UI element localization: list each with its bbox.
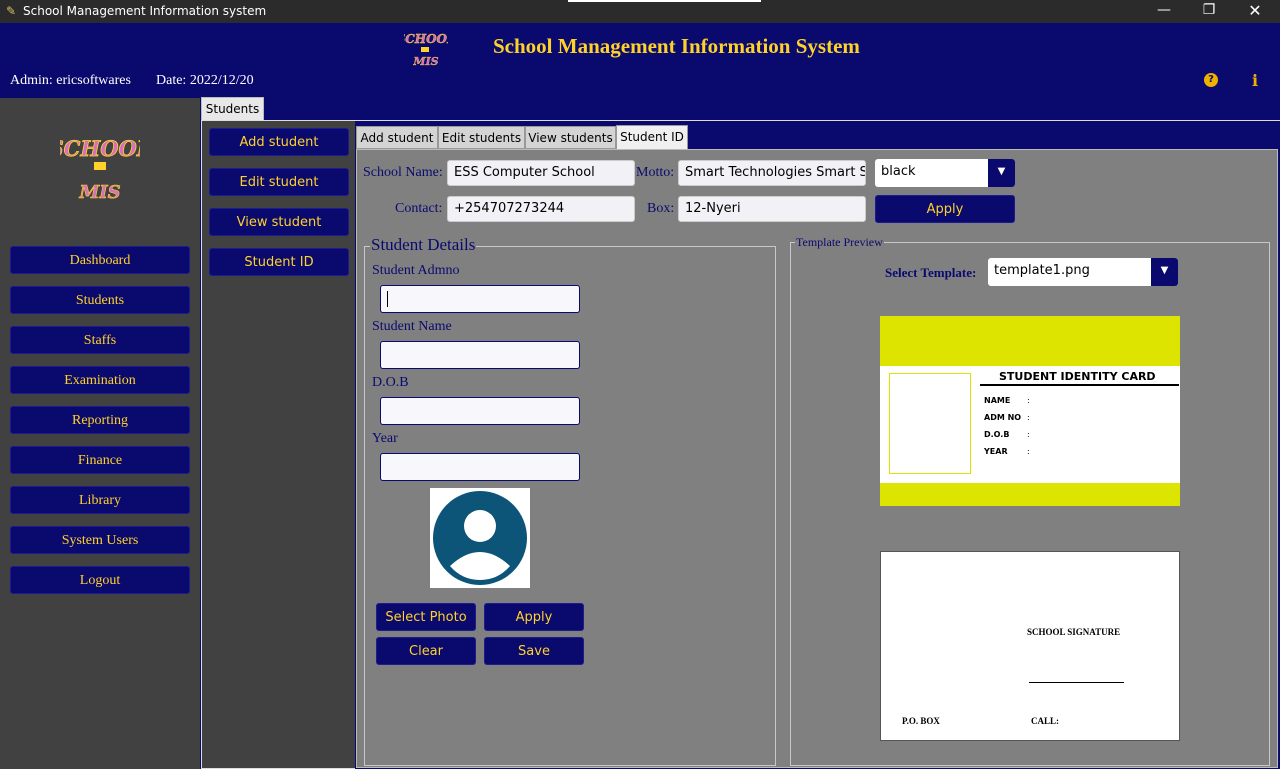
box-field[interactable]: 12-Nyeri [678,196,866,222]
window-titlebar: ✎ School Management Information system —… [0,0,1280,23]
svg-text:MIS: MIS [78,182,120,203]
sidebar-item-staffs[interactable]: Staffs [10,326,190,354]
svg-text:MIS: MIS [412,55,438,68]
sidebar-item-library[interactable]: Library [10,486,190,514]
help-icon[interactable]: ? [1204,73,1218,87]
student-name-input[interactable] [380,341,580,369]
sidebar-item-dashboard[interactable]: Dashboard [10,246,190,274]
call-label: CALL: [1031,716,1060,726]
svg-text:SCHOOL: SCHOOL [404,32,448,46]
titlebar-strip [568,0,761,2]
motto-label: Motto: [636,165,675,180]
sidebar-item-logout[interactable]: Logout [10,566,190,594]
text-caret [387,291,388,307]
card-colon: : [1027,396,1030,405]
admno-input[interactable] [380,285,580,313]
card-photo-frame [889,373,971,474]
student-id-button[interactable]: Student ID [209,248,349,276]
admin-label: Admin: ericsoftwares [10,73,131,88]
student-name-label: Student Name [372,319,452,334]
school-signature-label: SCHOOL SIGNATURE [1027,627,1121,637]
school-mis-logo: SCHOOL MIS [60,136,140,204]
app-title: School Management Information System [493,34,860,58]
color-select[interactable]: black ▼ [875,159,1015,187]
sidebar: SCHOOL MIS Dashboard Students Staffs Exa… [0,98,200,769]
dob-label: D.O.B [372,375,409,390]
card-colon: : [1027,447,1030,456]
contact-label: Contact: [395,201,443,216]
tab-edit-students[interactable]: Edit students [438,126,525,149]
year-input[interactable] [380,453,580,481]
sidebar-item-reporting[interactable]: Reporting [10,406,190,434]
close-button[interactable]: ✕ [1232,0,1278,23]
chevron-down-icon[interactable]: ▼ [988,159,1015,187]
chevron-down-icon[interactable]: ▼ [1151,258,1178,286]
dob-input[interactable] [380,397,580,425]
add-student-button[interactable]: Add student [209,128,349,156]
contact-field[interactable]: +254707273244 [447,196,635,222]
apply-student-button[interactable]: Apply [484,603,584,631]
student-photo [430,488,530,588]
student-id-content: School Name: ESS Computer School Motto: … [356,149,1278,768]
template-preview-title: Template Preview [795,235,884,250]
app-header: SCHOOL MIS School Management Information… [0,23,1280,98]
template-select-value: template1.png [994,263,1090,278]
minimize-button[interactable]: — [1141,0,1187,23]
avatar-placeholder-icon [433,491,527,585]
apply-school-button[interactable]: Apply [875,195,1015,223]
motto-field[interactable]: Smart Technologies Smart Serv [678,160,866,186]
info-icon[interactable]: i [1250,71,1260,90]
year-label: Year [372,431,398,446]
card-bottom-band [880,483,1180,506]
card-field-admno: ADM NO [984,413,1022,422]
card-top-band [880,316,1180,366]
school-name-label: School Name: [363,165,443,180]
student-tabs-area: Add student Edit students View students … [355,121,1280,769]
id-card-back: SCHOOL SIGNATURE P.O. BOX CALL: [880,551,1180,741]
card-divider [980,384,1179,386]
save-button[interactable]: Save [484,637,584,665]
clear-button[interactable]: Clear [376,637,476,665]
maximize-button[interactable]: ❐ [1186,0,1232,23]
sidebar-item-finance[interactable]: Finance [10,446,190,474]
student-details-title: Student Details [370,235,477,255]
po-box-label: P.O. BOX [902,716,940,726]
sidebar-item-examination[interactable]: Examination [10,366,190,394]
date-label: Date: 2022/12/20 [156,73,254,88]
tab-students[interactable]: Students [201,97,264,120]
select-photo-button[interactable]: Select Photo [376,603,476,631]
app-icon: ✎ [5,4,17,18]
card-field-year: YEAR [984,447,1008,456]
sidebar-item-students[interactable]: Students [10,286,190,314]
tab-add-student[interactable]: Add student [356,126,438,149]
signature-line [1029,682,1124,683]
box-label: Box: [647,201,675,216]
card-field-name: NAME [984,396,1011,405]
color-select-value: black [881,164,916,179]
svg-text:SCHOOL: SCHOOL [60,136,140,161]
admno-label: Student Admno [372,263,460,278]
school-name-field[interactable]: ESS Computer School [447,160,635,186]
sidebar-item-system-users[interactable]: System Users [10,526,190,554]
tab-student-id[interactable]: Student ID [616,125,688,150]
students-panel: Add student Edit student View student St… [201,120,1280,769]
view-student-button[interactable]: View student [209,208,349,236]
card-title: STUDENT IDENTITY CARD [999,370,1156,383]
id-card-front: STUDENT IDENTITY CARD NAME : ADM NO : D.… [880,316,1180,506]
school-mis-logo-small: SCHOOL MIS [404,32,448,68]
edit-student-button[interactable]: Edit student [209,168,349,196]
tab-view-students[interactable]: View students [525,126,616,149]
template-select[interactable]: template1.png ▼ [988,258,1178,286]
card-colon: : [1027,430,1030,439]
window-title: School Management Information system [23,4,267,18]
select-template-label: Select Template: [885,265,977,280]
card-colon: : [1027,413,1030,422]
card-field-dob: D.O.B [984,430,1010,439]
